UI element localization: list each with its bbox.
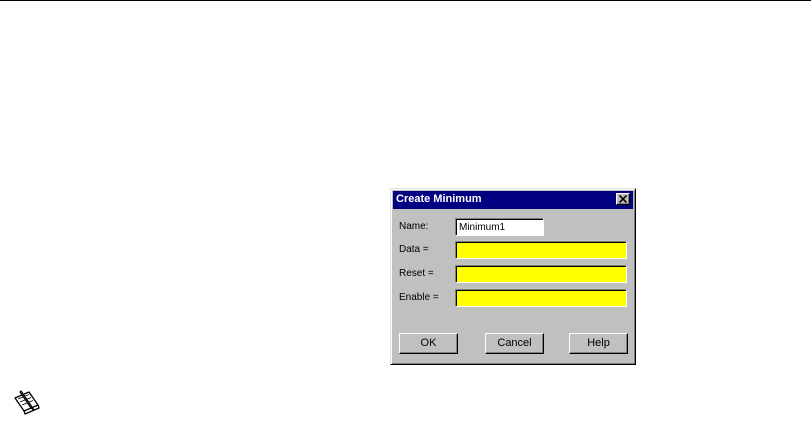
reset-label: Reset =: [399, 268, 434, 279]
reset-expression-field[interactable]: [455, 265, 627, 283]
enable-label: Enable =: [399, 292, 439, 303]
enable-expression-field[interactable]: [455, 289, 627, 307]
name-field[interactable]: [455, 218, 544, 236]
create-minimum-dialog: Create Minimum Name: Data = Reset = Enab…: [390, 188, 636, 365]
data-label: Data =: [399, 244, 429, 255]
help-button[interactable]: Help: [569, 333, 628, 354]
note-icon: [12, 388, 42, 416]
cancel-button[interactable]: Cancel: [485, 333, 544, 354]
dialog-title: Create Minimum: [396, 193, 482, 205]
top-rule: [0, 0, 811, 1]
dialog-titlebar[interactable]: Create Minimum: [393, 191, 633, 209]
close-button[interactable]: [616, 193, 630, 205]
ok-button[interactable]: OK: [399, 333, 458, 354]
data-expression-field[interactable]: [455, 241, 627, 259]
name-label: Name:: [399, 221, 429, 232]
close-icon: [619, 195, 627, 203]
